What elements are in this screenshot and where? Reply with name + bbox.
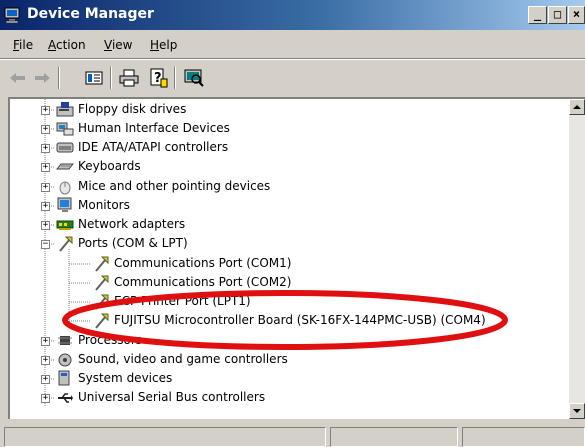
tree-item-mice[interactable]: Mice and other pointing devices: [56, 177, 270, 196]
tree-item-usb-controllers[interactable]: Universal Serial Bus controllers: [56, 388, 265, 407]
tree-item-sound-video[interactable]: Sound, video and game controllers: [56, 350, 288, 369]
tree-item-fujitsu-board[interactable]: FUJITSU Microcontroller Board (SK-16FX-1…: [92, 311, 486, 330]
status-bar: [0, 424, 585, 447]
tree-item-lpt1[interactable]: ECP Printer Port (LPT1): [92, 292, 251, 311]
expand-floppy-disk-drives[interactable]: +: [41, 106, 50, 115]
status-pane-tertiary: [462, 427, 585, 447]
port-icon: [95, 313, 109, 329]
tree-item-ports[interactable]: Ports (COM & LPT): [56, 234, 188, 253]
keyboard-icon: [56, 163, 74, 170]
print-button[interactable]: [117, 67, 141, 89]
port-icon: [59, 236, 73, 252]
expand-sound-video[interactable]: +: [41, 356, 50, 365]
expand-system-devices[interactable]: +: [41, 375, 50, 384]
menu-file[interactable]: File: [13, 38, 33, 52]
tree-item-com2[interactable]: Communications Port (COM2): [92, 273, 291, 292]
scroll-down-button[interactable]: [569, 403, 585, 419]
hid-icon: [56, 122, 74, 136]
tree-item-monitors[interactable]: Monitors: [56, 196, 130, 215]
expand-network-adapters[interactable]: +: [41, 221, 50, 230]
back-button[interactable]: [6, 67, 30, 89]
help-icon: ?: [150, 68, 168, 88]
properties-icon: [85, 71, 103, 85]
collapse-ports[interactable]: −: [41, 240, 50, 249]
vertical-scrollbar[interactable]: [569, 99, 585, 419]
ide-controller-icon: [56, 142, 74, 153]
scan-hardware-icon: [184, 69, 204, 87]
monitor-icon: [57, 197, 72, 212]
scan-hardware-button[interactable]: [182, 67, 206, 89]
port-icon: [95, 275, 109, 291]
forward-button[interactable]: [30, 67, 54, 89]
floppy-drive-icon: [56, 102, 74, 117]
tree-item-network-adapters[interactable]: Network adapters: [56, 215, 185, 234]
properties-button[interactable]: [82, 67, 106, 89]
port-icon: [95, 256, 109, 272]
device-manager-icon: [4, 7, 20, 23]
tree-item-com1[interactable]: Communications Port (COM1): [92, 254, 291, 273]
scroll-up-button[interactable]: [569, 99, 585, 115]
expand-ide-controllers[interactable]: +: [41, 144, 50, 153]
toolbar-separator: [110, 67, 112, 89]
toolbar: ?: [0, 60, 585, 96]
tree-item-system-devices[interactable]: System devices: [56, 369, 172, 388]
close-button[interactable]: ×: [568, 6, 585, 24]
expand-human-interface-devices[interactable]: +: [41, 125, 50, 134]
system-device-icon: [58, 370, 70, 386]
svg-text:?: ?: [154, 71, 162, 86]
tree-item-ide-controllers[interactable]: IDE ATA/ATAPI controllers: [56, 138, 228, 157]
expand-mice[interactable]: +: [41, 183, 50, 192]
status-pane-secondary: [330, 427, 458, 447]
network-adapter-icon: [56, 220, 74, 230]
processor-icon: [58, 336, 72, 345]
menu-bar: File Action View Help: [0, 34, 585, 56]
help-button[interactable]: ?: [146, 67, 170, 89]
tree-item-keyboards[interactable]: Keyboards: [56, 157, 141, 176]
title-bar[interactable]: Device Manager _ □ ×: [0, 0, 585, 30]
mouse-icon: [59, 181, 71, 195]
status-pane-main: [4, 427, 326, 447]
expand-processors[interactable]: +: [41, 337, 50, 346]
tree-item-processors[interactable]: Processors: [56, 331, 142, 350]
usb-icon: [58, 393, 73, 403]
expand-usb-controllers[interactable]: +: [41, 394, 50, 403]
tree-item-human-interface-devices[interactable]: Human Interface Devices: [56, 119, 230, 138]
device-tree[interactable]: + + + + + + + − + + + + Floppy disk driv…: [8, 97, 585, 419]
sound-icon: [58, 353, 72, 367]
tree-item-floppy-disk-drives[interactable]: Floppy disk drives: [56, 100, 186, 119]
maximize-button[interactable]: □: [548, 6, 567, 24]
menu-help[interactable]: Help: [150, 38, 177, 52]
forward-arrow-icon: [35, 73, 50, 83]
arrow-down-icon: [573, 409, 581, 413]
minimize-button[interactable]: _: [528, 6, 547, 24]
menu-action[interactable]: Action: [48, 38, 86, 52]
back-arrow-icon: [10, 73, 25, 83]
expand-monitors[interactable]: +: [41, 202, 50, 211]
window-title: Device Manager: [27, 6, 154, 22]
expand-keyboards[interactable]: +: [41, 163, 50, 172]
print-icon: [119, 69, 139, 87]
arrow-up-icon: [573, 105, 581, 109]
toolbar-separator: [174, 67, 176, 89]
port-icon: [95, 294, 109, 310]
menu-view[interactable]: View: [104, 38, 132, 52]
toolbar-separator: [58, 67, 60, 89]
